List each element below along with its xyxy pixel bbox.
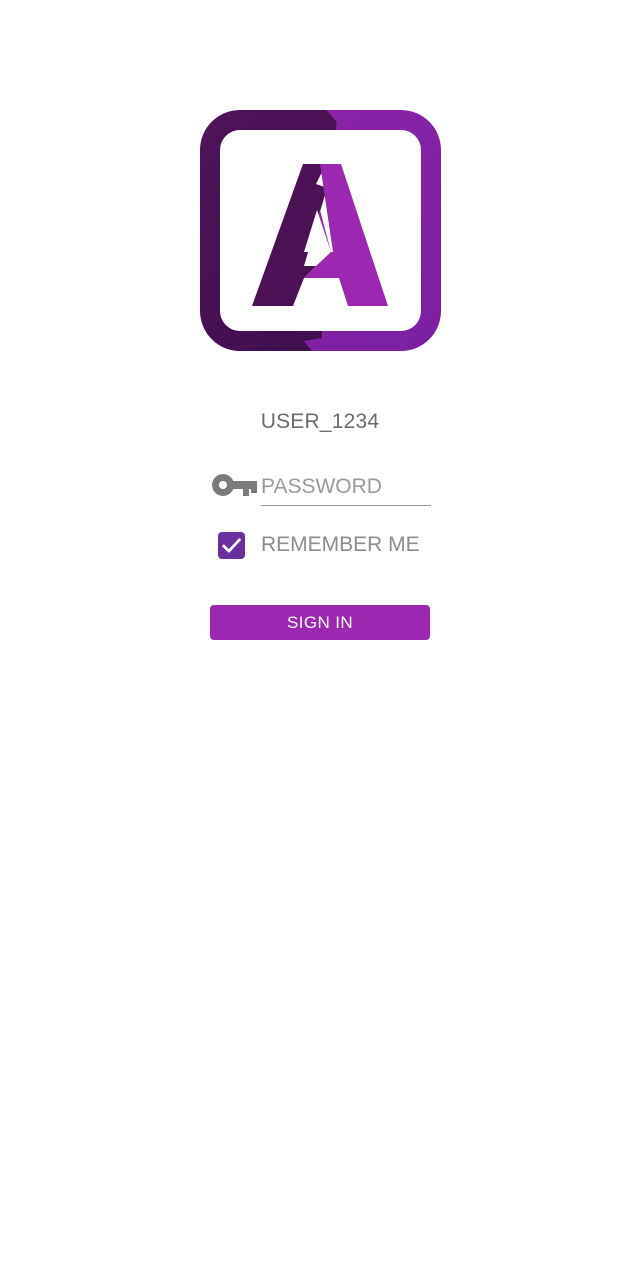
remember-me-row[interactable]: REMEMBER ME — [218, 530, 420, 560]
app-logo — [200, 110, 441, 351]
username-label: USER_1234 — [260, 410, 380, 433]
password-field[interactable] — [261, 468, 431, 506]
check-icon — [222, 537, 241, 553]
remember-me-checkbox[interactable] — [218, 531, 245, 559]
sign-in-button[interactable]: SIGN IN — [210, 605, 430, 640]
key-icon — [211, 471, 257, 499]
remember-me-label: REMEMBER ME — [261, 533, 420, 556]
